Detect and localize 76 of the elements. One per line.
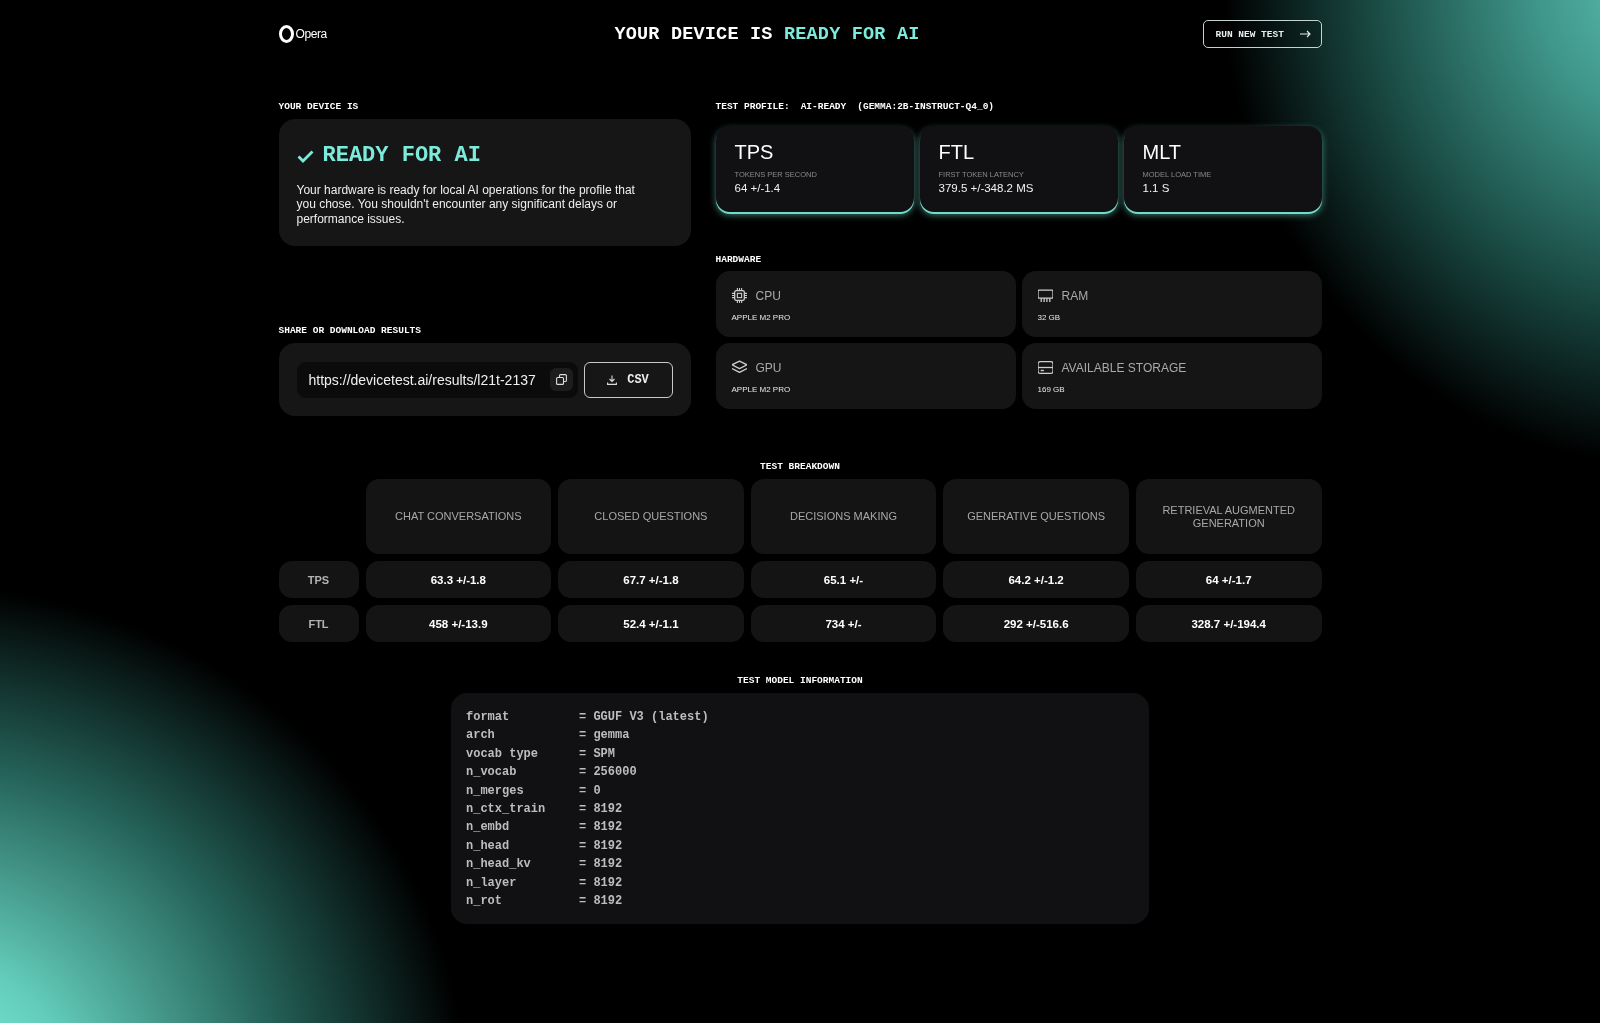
column-header: CLOSED QUESTIONS (558, 479, 744, 554)
layers-icon (731, 360, 747, 375)
page-title: YOUR DEVICE IS READY FOR AI (614, 23, 920, 45)
info-key: n_merges (466, 781, 579, 801)
table-cell: 458 +/-13.9 (365, 605, 552, 642)
metric-abbreviation: TPS (734, 141, 775, 163)
metric-value: 1.1 S (1142, 182, 1171, 194)
section-label: TEST BREAKDOWN (760, 461, 840, 472)
info-value: = 8192 (579, 837, 623, 855)
hardware-name: RAM (1061, 288, 1089, 303)
info-value: = 8192 (579, 856, 623, 874)
info-key: n_layer (466, 873, 579, 893)
check-icon (296, 149, 314, 163)
info-value: = gemma (579, 727, 630, 745)
hardware-value: APPLE M2 PRO (731, 313, 792, 323)
copy-button[interactable] (549, 368, 573, 391)
hardware-name: CPU (755, 288, 781, 303)
column-header: DECISIONS MAKING (750, 479, 937, 554)
section-label: HARDWARE (715, 254, 762, 265)
table-cell: 52.4 +/-1.1 (558, 605, 744, 642)
info-value: = 8192 (579, 801, 623, 819)
memory-module-icon (1037, 288, 1053, 303)
hardware-name: GPU (755, 360, 782, 375)
table-cell: 64.2 +/-1.2 (943, 561, 1129, 598)
metric-abbreviation: MLT (1142, 141, 1182, 163)
logo-text: Opera (295, 27, 327, 41)
hardware-value: 169 GB (1037, 385, 1066, 395)
hardware-value: APPLE M2 PRO (731, 385, 792, 395)
section-label: TEST MODEL INFORMATION (737, 675, 863, 686)
arrow-icon (1299, 30, 1311, 38)
download-icon (607, 374, 618, 385)
info-key: n_rot (466, 892, 579, 911)
table-cell: 292 +/-516.6 (943, 605, 1129, 642)
row-header: TPS (278, 561, 359, 598)
copy-icon (555, 374, 567, 385)
info-value: = GGUF V3 (latest) (579, 709, 709, 726)
info-value: = 8192 (579, 893, 623, 911)
run-new-test-button[interactable]: RUN NEW TEST (1202, 20, 1322, 48)
column-header: CHAT CONVERSATIONS (365, 479, 552, 554)
section-label: SHARE OR DOWNLOAD RESULTS (278, 325, 422, 336)
info-value: = 256000 (579, 764, 637, 782)
column-header: GENERATIVE QUESTIONS (943, 479, 1129, 554)
table-cell: 65.1 +/- (750, 561, 937, 598)
metric-value: 64 +/-1.4 (734, 182, 782, 194)
info-value: = 8192 (579, 874, 623, 892)
row-header: FTL (278, 605, 359, 642)
info-key: vocab type (466, 744, 579, 764)
test-profile-label: TEST PROFILE: AI-READY (GEMMA:2B-INSTRUCT-Q4_0) (715, 101, 995, 112)
info-key: n_embd (466, 818, 579, 837)
table-cell: 734 +/- (750, 605, 937, 642)
column-header: RETRIEVAL AUGMENTED GENERATION (1135, 479, 1322, 554)
info-key: format (466, 708, 579, 727)
info-value: = 0 (579, 782, 601, 800)
status-description: Your hardware is ready for local AI operations for the profile that you chose. You shouldn't encounter any significant delays or performance issues. (296, 183, 636, 227)
info-key: n_vocab (466, 763, 579, 782)
info-key: n_head_kv (466, 855, 579, 874)
metric-value: 379.5 +/-348.2 MS (938, 182, 1035, 194)
section-label: YOUR DEVICE IS (278, 101, 359, 112)
info-key: arch (466, 726, 579, 745)
url-field[interactable]: https://devicetest.ai/results/l21t-2137 (296, 361, 578, 398)
hardware-name: AVAILABLE STORAGE (1061, 360, 1187, 375)
info-key: n_ctx_train (466, 800, 579, 819)
info-value: = SPM (579, 745, 615, 763)
info-key: n_head (466, 836, 579, 856)
chip-icon (731, 288, 747, 303)
table-cell: 63.3 +/-1.8 (365, 561, 552, 598)
table-cell: 67.7 +/-1.8 (558, 561, 744, 598)
csv-download-button[interactable]: CSV (583, 361, 673, 398)
metric-abbreviation: FTL (938, 141, 976, 163)
status-heading: READY FOR AI (322, 143, 481, 169)
table-cell: 328.7 +/-194.4 (1135, 605, 1322, 642)
ring-logo-icon (278, 25, 294, 43)
drive-icon (1037, 360, 1053, 375)
table-cell: 64 +/-1.7 (1135, 561, 1322, 598)
hardware-value: 32 GB (1037, 313, 1062, 323)
info-value: = 8192 (579, 819, 623, 837)
